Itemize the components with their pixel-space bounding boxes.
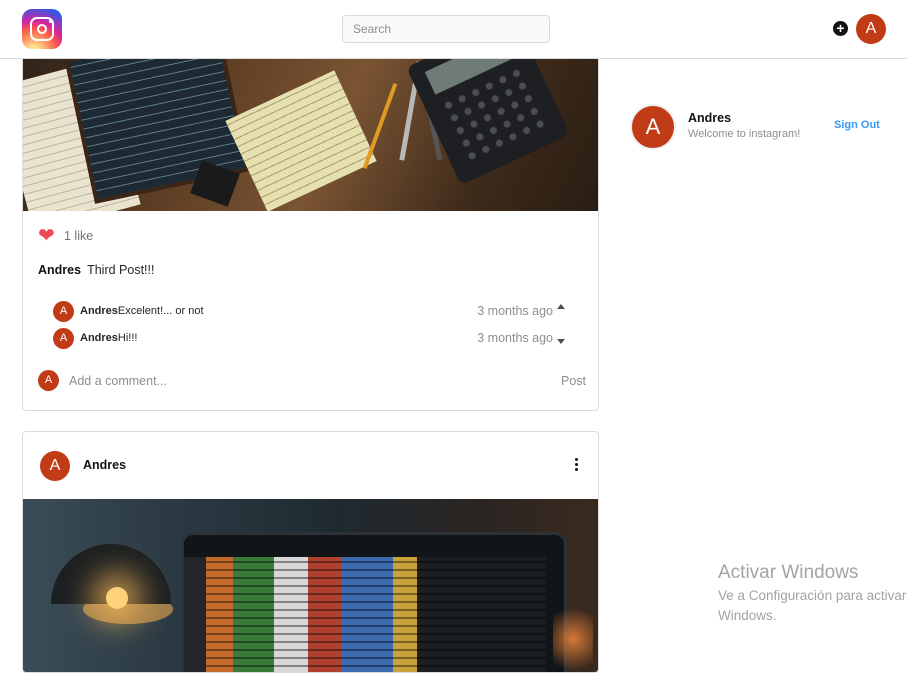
scroll-down-icon[interactable] xyxy=(557,339,565,344)
comments-scrollbar[interactable] xyxy=(554,299,568,353)
comment-username[interactable]: Andres xyxy=(80,305,118,317)
post-avatar[interactable]: A xyxy=(40,451,70,481)
add-post-icon[interactable]: + xyxy=(833,21,848,36)
heart-icon[interactable]: ❤ xyxy=(38,226,56,246)
comment-text: Excelent!... or not xyxy=(117,305,204,317)
comment-avatar[interactable]: A xyxy=(53,301,74,322)
comment-item: A AndresHi!!! 3 months ago xyxy=(53,328,553,350)
sidebar-profile: A Andres Welcome to instagram! Sign Out xyxy=(628,102,888,152)
windows-activation-watermark: Activar Windows Ve a Configuración para … xyxy=(718,562,907,626)
post-comment-button[interactable]: Post xyxy=(561,374,586,388)
caption-username[interactable]: Andres xyxy=(38,263,81,277)
more-options-icon[interactable] xyxy=(572,457,580,473)
top-navbar: + A xyxy=(0,0,907,59)
post-card: ❤ 1 like Andres Third Post!!! A AndresExc… xyxy=(22,20,599,411)
watermark-line1: Ve a Configuración para activar xyxy=(718,588,907,603)
comment-input[interactable] xyxy=(69,370,509,392)
comment-input-avatar: A xyxy=(38,370,59,391)
scroll-up-icon[interactable] xyxy=(557,304,565,309)
comment-avatar[interactable]: A xyxy=(53,328,74,349)
caption-text: Third Post!!! xyxy=(87,263,155,277)
sign-out-button[interactable]: Sign Out xyxy=(834,119,880,131)
sidebar-subtitle: Welcome to instagram! xyxy=(688,128,801,140)
comment-text: Hi!!! xyxy=(117,332,138,344)
comment-list: A AndresExcelent!... or not 3 months ago… xyxy=(53,299,568,353)
header-avatar[interactable]: A xyxy=(856,14,886,44)
search-input[interactable] xyxy=(342,15,550,43)
sidebar-username[interactable]: Andres xyxy=(688,111,731,125)
sidebar-avatar[interactable]: A xyxy=(630,104,676,150)
watermark-line2: Windows. xyxy=(718,608,777,623)
instagram-logo-icon[interactable] xyxy=(22,9,62,49)
post-image xyxy=(23,499,598,672)
comment-item: A AndresExcelent!... or not 3 months ago xyxy=(53,301,553,323)
post-header: A Andres xyxy=(23,432,598,500)
comment-time: 3 months ago xyxy=(477,304,553,318)
add-comment-row: A Post xyxy=(38,370,586,394)
post-username[interactable]: Andres xyxy=(83,458,126,472)
watermark-title: Activar Windows xyxy=(718,562,859,583)
post-caption: Andres Third Post!!! xyxy=(38,263,154,277)
comment-username[interactable]: Andres xyxy=(80,332,118,344)
like-count: 1 like xyxy=(64,229,94,243)
post-card: A Andres xyxy=(22,431,599,673)
comment-time: 3 months ago xyxy=(477,331,553,345)
